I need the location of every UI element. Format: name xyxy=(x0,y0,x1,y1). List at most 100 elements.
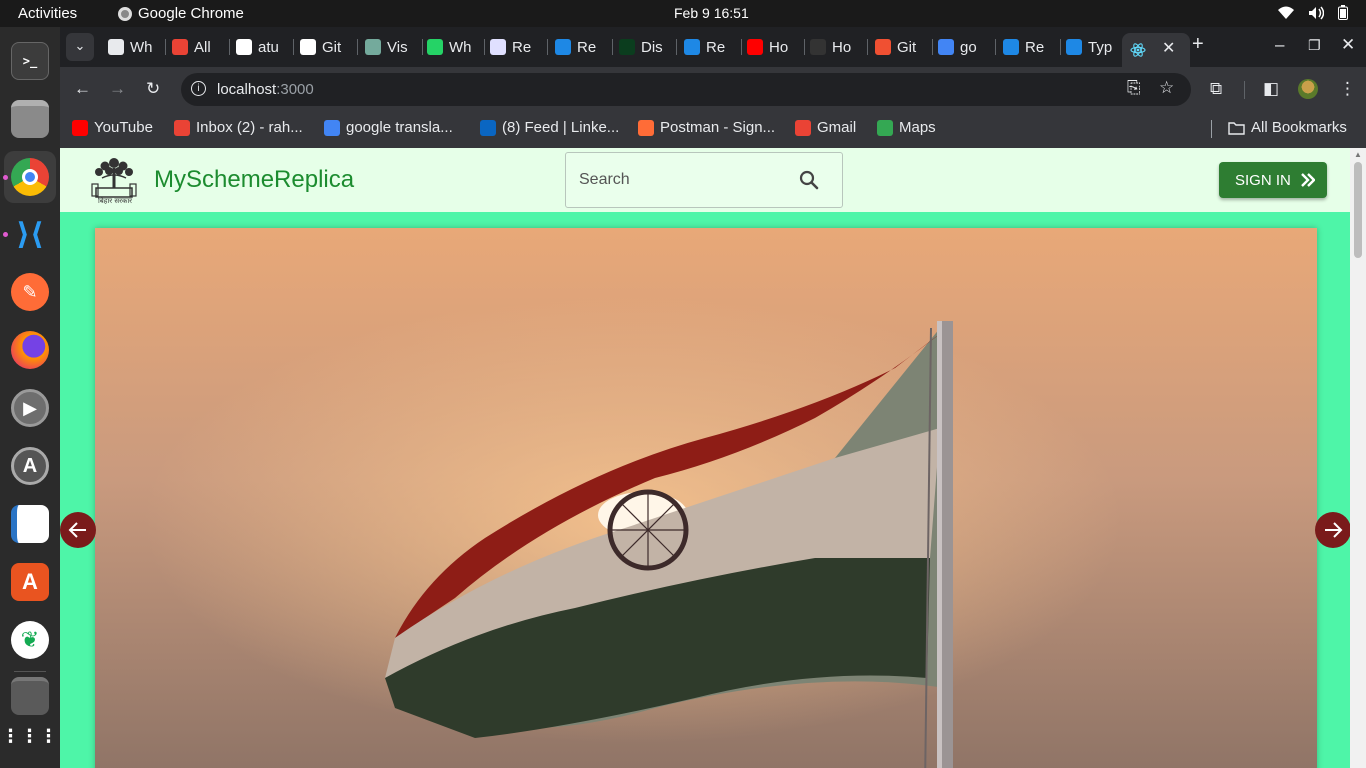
reload-button[interactable]: ↻ xyxy=(146,79,160,99)
extensions-icon[interactable]: ⧉ xyxy=(1210,79,1222,99)
tab[interactable]: go xyxy=(938,35,996,59)
drive-icon[interactable] xyxy=(11,677,49,715)
activities-button[interactable]: Activities xyxy=(18,5,77,22)
tab-label: All xyxy=(194,38,211,56)
tab[interactable]: Re xyxy=(490,35,548,59)
bookmark-item[interactable]: YouTube xyxy=(72,119,153,136)
install-app-icon[interactable]: ⎘ xyxy=(1127,78,1141,98)
tab[interactable]: All xyxy=(172,35,230,59)
maximize-button[interactable]: ❐ xyxy=(1308,37,1321,54)
bookmark-item[interactable]: Inbox (2) - rah... xyxy=(174,119,303,136)
tab[interactable]: Re xyxy=(684,35,742,59)
bookmark-item[interactable]: Postman - Sign... xyxy=(638,119,775,136)
my-icon xyxy=(619,39,635,55)
tab-separator xyxy=(932,39,933,55)
tab[interactable]: Ho xyxy=(747,35,805,59)
app-center-icon[interactable]: A xyxy=(11,563,49,601)
carousel-prev-button[interactable] xyxy=(60,512,96,548)
address-bar[interactable]: i localhost:3000 ⎘ ☆ xyxy=(181,73,1191,106)
bookmark-item[interactable]: google transla... xyxy=(324,119,453,136)
firefox-icon[interactable] xyxy=(11,331,49,369)
tab[interactable]: Ho xyxy=(810,35,868,59)
all-bookmarks-button[interactable]: All Bookmarks xyxy=(1228,119,1347,136)
emblem-caption: बिहार सरकार xyxy=(97,197,133,205)
battery-icon xyxy=(1338,5,1348,20)
tab-separator xyxy=(995,39,996,55)
close-tab-icon[interactable]: ✕ xyxy=(1162,38,1175,58)
tab-label: Re xyxy=(706,38,726,56)
tab[interactable]: Wh xyxy=(427,35,485,59)
search-icon[interactable] xyxy=(798,169,820,191)
tab[interactable]: Typ xyxy=(1066,35,1124,59)
tab-label: Wh xyxy=(449,38,472,56)
minimize-button[interactable]: – xyxy=(1275,35,1284,55)
chrome-dock-icon[interactable] xyxy=(11,158,49,196)
tab[interactable]: Git xyxy=(875,35,933,59)
side-panel-icon[interactable]: ◧ xyxy=(1263,79,1279,99)
mongodb-compass-icon[interactable]: ❦ xyxy=(11,621,49,659)
dock-separator xyxy=(14,671,46,672)
tab-label: Ho xyxy=(832,38,852,56)
scrollbar-thumb[interactable] xyxy=(1354,162,1362,258)
search-input[interactable] xyxy=(566,153,796,207)
profile-avatar[interactable] xyxy=(1298,79,1318,99)
app-menu[interactable]: Google Chrome xyxy=(118,5,244,22)
close-window-button[interactable]: ✕ xyxy=(1341,35,1355,55)
tab-separator xyxy=(293,39,294,55)
tab-separator xyxy=(804,39,805,55)
tab-label: atu xyxy=(258,38,279,56)
bookmark-label: Gmail xyxy=(817,119,857,136)
tab[interactable]: Re xyxy=(555,35,613,59)
chrome-icon xyxy=(108,39,124,55)
tab[interactable]: Git xyxy=(300,35,358,59)
bookmark-item[interactable]: Gmail xyxy=(795,119,856,136)
bookmark-label: Postman - Sign... xyxy=(660,119,776,136)
postman-icon[interactable]: ✎ xyxy=(11,273,49,311)
youtube-icon xyxy=(72,119,88,136)
tab[interactable]: Re xyxy=(1003,35,1061,59)
clock[interactable]: Feb 9 16:51 xyxy=(674,5,749,21)
bookmark-label: google transla... xyxy=(346,119,453,136)
bookmark-star-icon[interactable]: ☆ xyxy=(1159,78,1174,98)
gmail-icon xyxy=(174,119,190,136)
show-apps-icon[interactable]: ⋮⋮⋮ xyxy=(2,717,58,755)
arrow-right-icon xyxy=(1325,522,1343,538)
google-icon xyxy=(324,119,340,136)
terminal-icon[interactable]: >_ xyxy=(11,42,49,80)
tab-label: Re xyxy=(1025,38,1045,56)
tab-search-button[interactable]: ⌄ xyxy=(66,33,94,61)
linkedin-icon xyxy=(480,119,496,136)
scroll-up-icon[interactable]: ▲ xyxy=(1354,150,1362,159)
github-icon xyxy=(300,39,316,55)
tab-separator xyxy=(357,39,358,55)
chrome-menu-icon[interactable]: ⋮ xyxy=(1339,79,1356,99)
bookmark-item[interactable]: (8) Feed | Linke... xyxy=(480,119,619,136)
files-icon[interactable] xyxy=(11,100,49,138)
tab-label: Dis xyxy=(641,38,663,56)
tab[interactable]: Vis xyxy=(365,35,423,59)
tab[interactable]: Dis xyxy=(619,35,677,59)
back-button[interactable]: ← xyxy=(74,79,91,99)
site-info-icon[interactable]: i xyxy=(191,81,206,96)
software-updater-icon[interactable]: A xyxy=(11,447,49,485)
tab-separator xyxy=(422,39,423,55)
system-tray[interactable] xyxy=(1278,5,1348,20)
libreoffice-writer-icon[interactable] xyxy=(11,505,49,543)
bookmark-item[interactable]: Maps xyxy=(877,119,936,136)
forward-button[interactable]: → xyxy=(109,79,126,99)
tab[interactable]: atu xyxy=(236,35,294,59)
tab-active[interactable]: ✕ xyxy=(1122,33,1190,67)
new-tab-button[interactable]: + xyxy=(1192,33,1204,56)
vscode-icon[interactable]: ⟩⟨ xyxy=(11,215,49,253)
google-icon xyxy=(938,39,954,55)
settings-icon[interactable]: ▶ xyxy=(11,389,49,427)
whatsapp-icon xyxy=(427,39,443,55)
tab[interactable]: Wh xyxy=(108,35,166,59)
wifi-icon xyxy=(1278,6,1294,19)
tab-separator xyxy=(229,39,230,55)
carousel-next-button[interactable] xyxy=(1315,512,1350,548)
sign-in-button[interactable]: SIGN IN xyxy=(1219,162,1327,198)
page-scrollbar[interactable]: ▲ xyxy=(1350,148,1366,768)
site-brand[interactable]: MySchemeReplica xyxy=(154,166,354,194)
fs-icon xyxy=(490,39,506,55)
